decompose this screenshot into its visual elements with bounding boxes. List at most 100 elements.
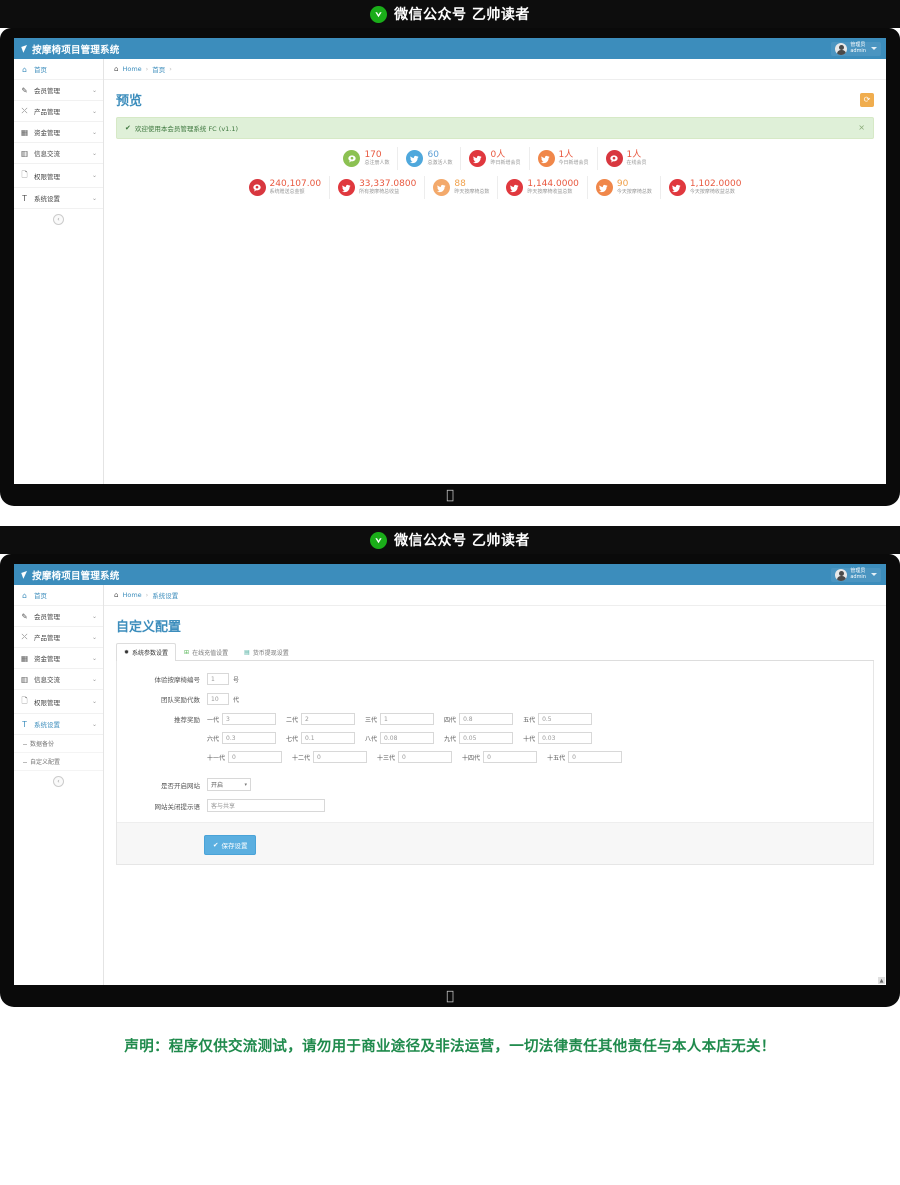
stat-label: 今天按摩椅总数 <box>616 188 652 195</box>
stat-text: 0人 昨日新增会员 <box>490 150 520 166</box>
reward-gen-input[interactable]: 0.03 <box>538 732 593 744</box>
gear-icon: ✹ <box>124 649 130 656</box>
bird-icon <box>406 150 424 167</box>
content-one: ⌂ Home › 首页 › 预览 ⟳ ✔ 欢迎使用本会员管理系统 FC (v1.… <box>104 59 886 484</box>
edit-icon: ✎ <box>21 85 28 95</box>
breadcrumb-separator-end: › <box>169 65 172 73</box>
collapse-sidebar-button[interactable]: ‹ <box>53 214 64 225</box>
stat-card: 88 昨天按摩椅总数 <box>425 176 499 199</box>
chair-no-input[interactable]: 1 <box>207 673 229 685</box>
scroll-to-top-button[interactable]: ▲ <box>878 977 885 984</box>
sidebar-item-products[interactable]: ⤬ 产品管理 ⌄ <box>14 101 103 122</box>
reward-gen-input[interactable]: 0.05 <box>459 732 514 744</box>
check-icon: ✔ <box>213 841 219 849</box>
sidebar-item-products[interactable]: ⤬ 产品管理 ⌄ <box>14 627 103 648</box>
breadcrumb-two: ⌂ Home › 系统设置 <box>104 585 886 606</box>
tab-label: 货币提现设置 <box>252 650 289 657</box>
reward-field: 十一代 0 <box>207 751 283 763</box>
breadcrumb-separator: › <box>145 591 149 599</box>
settings-tabs: ✹ 系统参数设置 ⊞ 在线充值设置 ▤ 货币提现设置 <box>116 643 874 661</box>
reward-gen-label: 八代 <box>365 735 378 743</box>
collapse-sidebar-button[interactable]: ‹ <box>53 776 64 787</box>
reward-gen-input[interactable]: 0 <box>398 751 453 763</box>
stat-label: 今天按摩椅收益总数 <box>689 188 735 195</box>
app-brand[interactable]: ◤ 按摩椅项目管理系统 <box>20 42 120 55</box>
sidebar-item-label: 系统设置 <box>34 195 60 203</box>
sidebar-item-finance[interactable]: ▦ 资金管理 ⌄ <box>14 122 103 143</box>
avatar <box>835 568 848 581</box>
app-brand-two[interactable]: ◤ 按摩椅项目管理系统 <box>21 568 120 582</box>
sidebar-item-members[interactable]: ✎ 会员管理 ⌄ <box>14 80 103 101</box>
stat-card: 1人 今日新增会员 <box>530 147 598 170</box>
chevron-down-icon[interactable] <box>871 47 877 50</box>
stat-text: 60 总激活人数 <box>427 150 452 166</box>
sidebar-item-settings[interactable]: T 系统设置 ⌄ <box>14 188 103 209</box>
reward-gen-input[interactable]: 0 <box>313 751 368 763</box>
sidebar-item-messages[interactable]: ▥ 信息交流 ⌄ <box>14 669 103 690</box>
reward-gen-input[interactable]: 0.8 <box>459 713 514 725</box>
sidebar-item-finance[interactable]: ▦ 资金管理 ⌄ <box>14 648 103 669</box>
bird-icon <box>338 179 356 196</box>
leaf-icon: ◤ <box>20 43 30 54</box>
reward-gen-input[interactable]: 0 <box>483 751 538 763</box>
sidebar-item-settings[interactable]: T 系统设置 ⌄ <box>14 714 103 735</box>
reward-gen-label: 五代 <box>523 716 536 724</box>
reward-gen-input[interactable]: 0 <box>228 751 283 763</box>
reward-field: 十四代 0 <box>462 751 538 763</box>
reward-field: 四代 0.8 <box>444 713 514 725</box>
save-button-label: 保存设置 <box>221 842 248 850</box>
chevron-down-icon: ▾ <box>244 781 247 788</box>
tab-system-params[interactable]: ✹ 系统参数设置 <box>116 643 177 661</box>
home-icon: ⌂ <box>114 591 119 599</box>
chevron-down-icon[interactable] <box>871 573 877 576</box>
sidebar-item-members[interactable]: ✎ 会员管理 ⌄ <box>14 606 103 627</box>
refresh-icon[interactable]: ⟳ <box>860 92 874 107</box>
sidebar-item-home[interactable]: ⌂ 首页 <box>14 585 103 606</box>
sidebar-subitem-custom-config[interactable]: 自定义配置 <box>14 753 103 771</box>
site-closed-msg-input[interactable]: 客与共享 <box>207 799 325 812</box>
stat-label: 在线会员 <box>626 159 647 166</box>
sidebar-item-label: 系统设置 <box>34 721 60 729</box>
reward-gen-input[interactable]: 0.3 <box>222 732 277 744</box>
reward-gen-input[interactable]: 0.1 <box>301 732 356 744</box>
site-enable-select[interactable]: 开启 ▾ <box>207 778 251 791</box>
wechat-banner-bottom: 微信公众号 乙帅读者 <box>0 526 900 554</box>
sidebar-subitem-backup[interactable]: 数据备份 <box>14 735 103 753</box>
reward-gen-input[interactable]: 0 <box>568 751 623 763</box>
reward-gen-label: 十四代 <box>462 754 481 762</box>
sidebar-item-label: 产品管理 <box>34 108 60 116</box>
breadcrumb-current[interactable]: 首页 <box>152 64 165 74</box>
reward-gen-label: 四代 <box>444 716 457 724</box>
breadcrumb-home[interactable]: Home <box>122 591 141 599</box>
sidebar-item-home[interactable]: ⌂ 首页 <box>14 59 103 80</box>
reward-gen-input[interactable]: 0.08 <box>380 732 435 744</box>
reward-gen-input[interactable]: 0.5 <box>538 713 593 725</box>
reward-field: 八代 0.08 <box>365 732 435 744</box>
sidebar-item-permissions[interactable]: 🗋 权限管理 ⌄ <box>14 164 103 188</box>
file-icon: 🗋 <box>21 696 28 705</box>
breadcrumb-current[interactable]: 系统设置 <box>152 590 178 600</box>
save-button[interactable]: ✔ 保存设置 <box>204 835 257 855</box>
tab-online-recharge[interactable]: ⊞ 在线充值设置 <box>176 643 236 661</box>
text-icon: T <box>22 193 27 203</box>
close-icon[interactable]: × <box>858 124 865 132</box>
site-closed-msg-label: 网站关闭提示语 <box>154 802 201 811</box>
user-menu[interactable]: 管理员 admin <box>831 41 881 56</box>
site-enable-value: 开启 <box>211 782 224 789</box>
wechat-banner-text: 微信公众号 乙帅读者 <box>394 533 530 549</box>
comment-icon <box>248 179 266 196</box>
breadcrumb-home[interactable]: Home <box>122 65 141 73</box>
user-menu-two[interactable]: 管理员 admin <box>831 567 881 582</box>
sidebar-item-permissions[interactable]: 🗋 权限管理 ⌄ <box>14 690 103 714</box>
tab-currency-withdraw[interactable]: ▤ 货币提现设置 <box>236 643 297 661</box>
reward-gen-input[interactable]: 1 <box>380 713 435 725</box>
user-info: 管理员 admin <box>850 568 866 580</box>
app-brand-text: 按摩椅项目管理系统 <box>32 570 120 582</box>
sidebar-item-messages[interactable]: ▥ 信息交流 ⌄ <box>14 143 103 164</box>
reward-gen-label: 九代 <box>444 735 457 743</box>
reward-gen-input[interactable]: 3 <box>222 713 277 725</box>
stat-text: 240,107.00 系统赠送总金额 <box>270 179 322 195</box>
comment-icon <box>605 150 623 167</box>
reward-gen-input[interactable]: 2 <box>301 713 356 725</box>
team-levels-input[interactable]: 10 <box>207 693 229 705</box>
